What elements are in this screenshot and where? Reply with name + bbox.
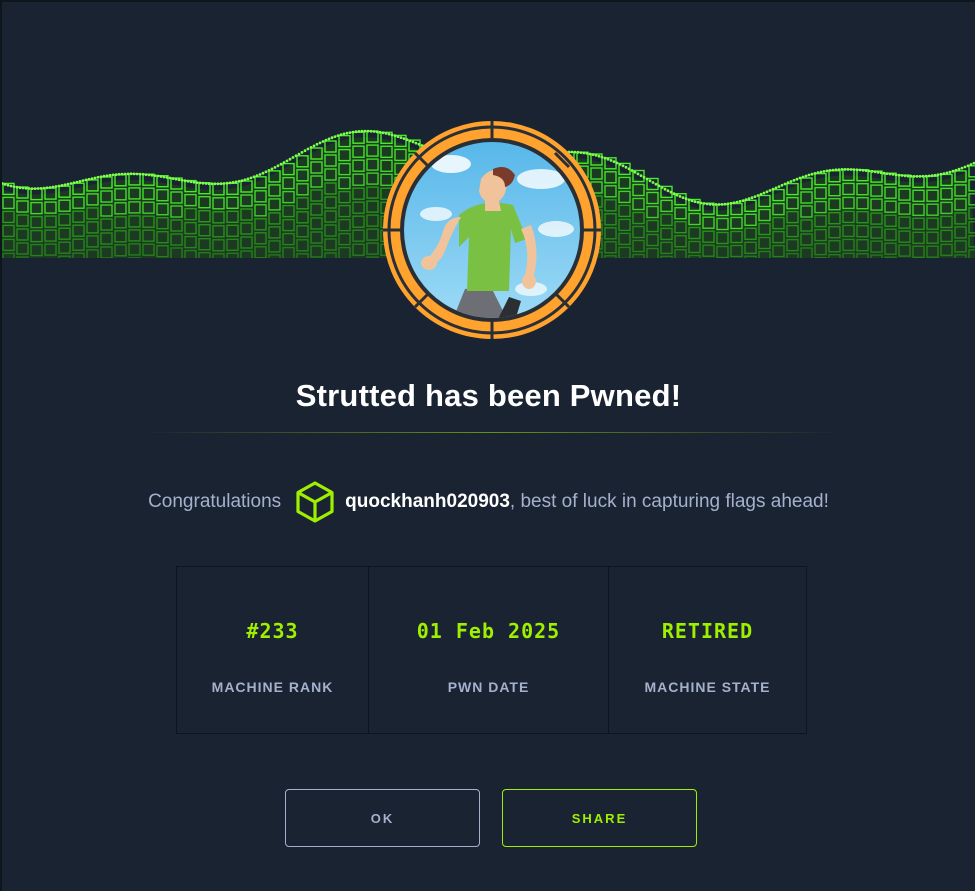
stat-machine-state: RETIRED MACHINE STATE [609,567,806,733]
congrats-prefix: Congratulations [148,491,282,512]
title-divider [142,432,842,433]
stat-machine-rank: #233 MACHINE RANK [177,567,369,733]
pwn-date-label: PWN DATE [447,679,530,695]
stat-pwn-date: 01 Feb 2025 PWN DATE [369,567,609,733]
ok-button[interactable]: OK [285,789,480,847]
machine-avatar [381,119,603,341]
runner-avatar-icon [383,121,601,339]
congrats-suffix: , best of luck in capturing flags ahead! [509,491,829,512]
share-button[interactable]: SHARE [502,789,697,847]
pwned-modal: Strutted has been Pwned! Congratulations… [2,2,975,891]
modal-title: Strutted has been Pwned! [295,378,682,413]
stats-panel: #233 MACHINE RANK 01 Feb 2025 PWN DATE R… [176,566,807,734]
page: Strutted has been Pwned! Congratulations… [0,0,975,891]
pwn-date-value: 01 Feb 2025 [416,619,561,643]
green-cube-icon [296,481,334,523]
machine-state-label: MACHINE STATE [644,679,771,695]
machine-rank-value: #233 [246,619,299,643]
congratulations-message: Congratulations quockhanh020903 , best o… [2,478,975,526]
machine-rank-label: MACHINE RANK [211,679,334,695]
username[interactable]: quockhanh020903 [345,491,510,513]
machine-state-value: RETIRED [661,619,754,643]
